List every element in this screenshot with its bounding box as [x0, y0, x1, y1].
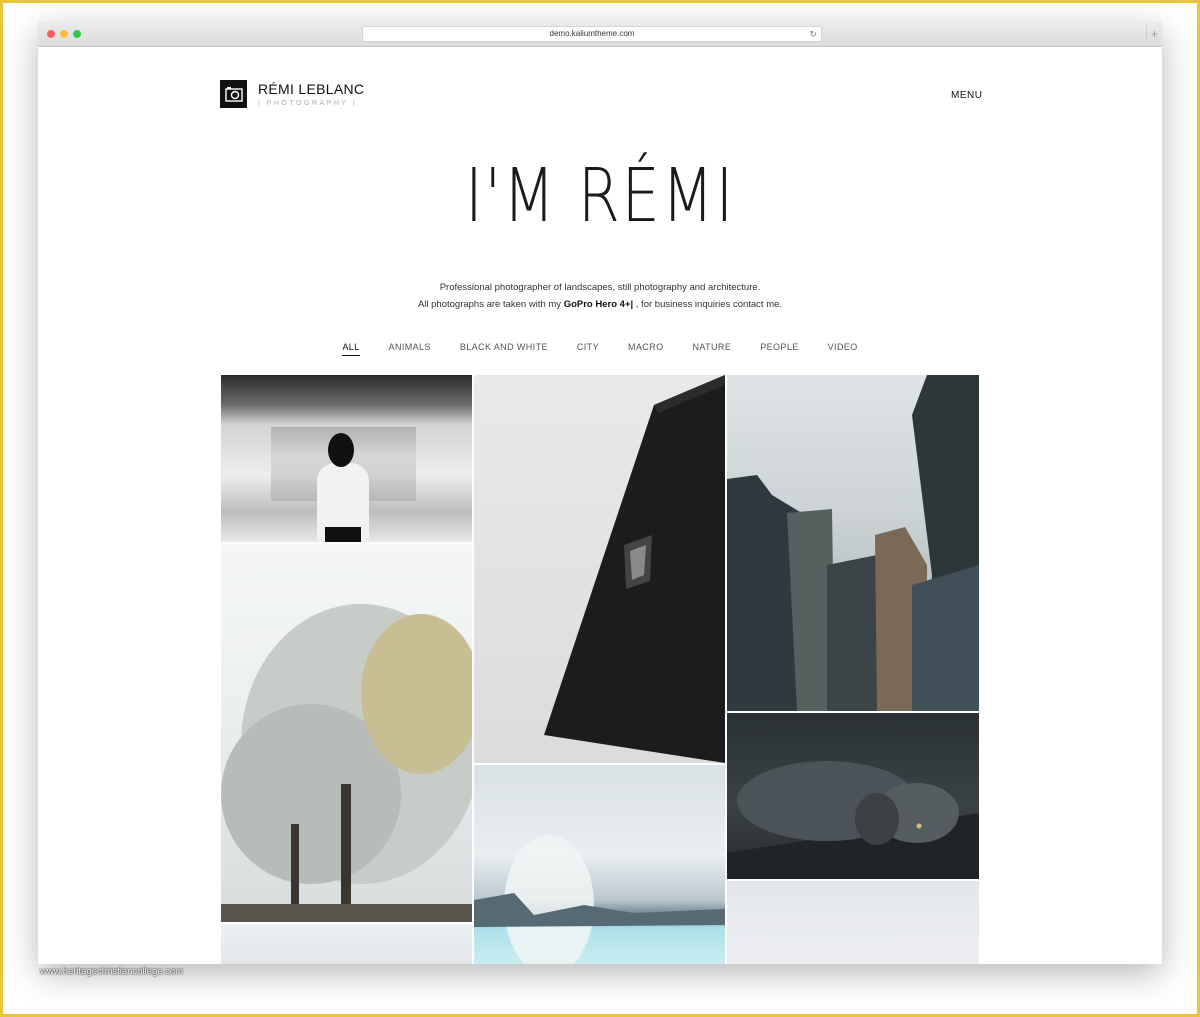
portfolio-item-lagoon[interactable] [474, 765, 725, 964]
hero-title: I'M RÉMI [464, 153, 736, 239]
skyline-illustration [727, 375, 979, 711]
lagoon-illustration [474, 835, 725, 964]
filter-macro[interactable]: MACRO [613, 342, 678, 352]
new-tab-button[interactable]: + [1146, 25, 1162, 43]
menu-button[interactable]: MENU [951, 90, 982, 101]
page-content: RÉMI LEBLANC | PHOTOGRAPHY | MENU I'M RÉ… [38, 47, 1162, 964]
filter-nature[interactable]: NATURE [678, 342, 746, 352]
person-legs-shape [325, 527, 361, 542]
intro-line2-suffix: , for business inquiries contact me. [635, 299, 783, 310]
address-bar[interactable]: demo.kaliumtheme.com ↻ [362, 26, 822, 42]
brand-tagline: | PHOTOGRAPHY | [258, 100, 358, 107]
portfolio-item-building[interactable] [474, 375, 725, 763]
portfolio-item-subway[interactable] [221, 375, 472, 542]
watermark-text: www.heritagechristiancollege.com [40, 966, 184, 977]
reload-icon[interactable]: ↻ [809, 27, 817, 41]
browser-window: demo.kaliumtheme.com ↻ + RÉMI LEBLANC | … [38, 21, 1162, 964]
camera-logo-icon[interactable] [220, 80, 247, 108]
portfolio-filters: ALL ANIMALS BLACK AND WHITE CITY MACRO N… [38, 342, 1162, 356]
close-window-button[interactable] [47, 30, 55, 38]
filter-city[interactable]: CITY [562, 342, 613, 352]
building-illustration [544, 375, 725, 763]
url-text: demo.kaliumtheme.com [549, 29, 635, 38]
filter-all[interactable]: ALL [328, 342, 374, 356]
filter-black-and-white[interactable]: BLACK AND WHITE [445, 342, 562, 352]
maximize-window-button[interactable] [73, 30, 81, 38]
intro-line2-prefix: All photographs are taken with my [417, 299, 562, 310]
person-head-shape [328, 433, 354, 467]
filter-video[interactable]: VIDEO [813, 342, 872, 352]
portfolio-item-city[interactable] [727, 375, 979, 711]
portfolio-item-dog[interactable] [727, 713, 979, 879]
camera-model: GoPro Hero 4+| [563, 299, 634, 310]
tree-illustration [221, 604, 472, 922]
portfolio-item-sky-left[interactable] [221, 924, 472, 964]
filter-people[interactable]: PEOPLE [746, 342, 813, 352]
dog-illustration [727, 761, 979, 879]
intro-text-line2: All photographs are taken with my GoPro … [38, 299, 1162, 310]
portfolio-item-sky-right[interactable] [727, 881, 979, 964]
brand-name[interactable]: RÉMI LEBLANC [258, 81, 364, 97]
browser-toolbar: demo.kaliumtheme.com ↻ + [38, 21, 1162, 47]
filter-animals[interactable]: ANIMALS [374, 342, 445, 352]
minimize-window-button[interactable] [60, 30, 68, 38]
intro-text-line1: Professional photographer of landscapes,… [439, 282, 761, 293]
portfolio-item-tree[interactable] [221, 544, 472, 922]
